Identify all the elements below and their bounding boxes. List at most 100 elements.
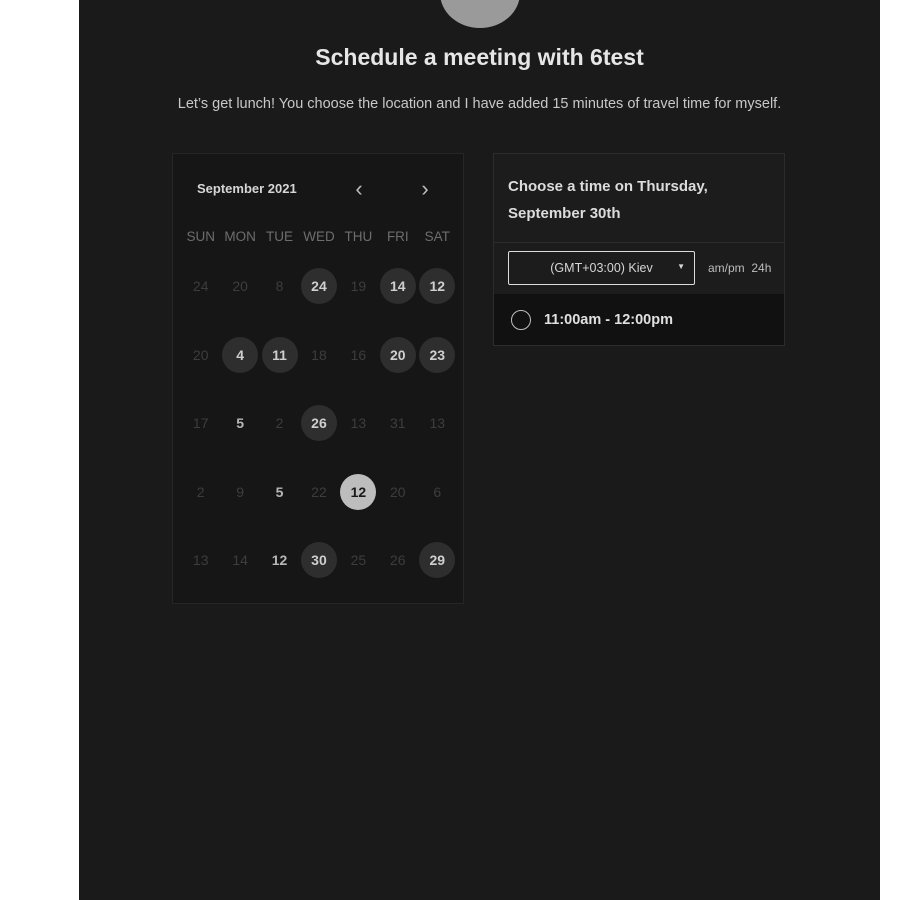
calendar-day: 5 [275,483,284,500]
calendar-day: 31 [390,415,406,431]
calendar-cell: 29 [418,542,457,611]
timezone-value: (GMT+03:00) Kiev [550,261,653,275]
time-selection-card: Choose a time on Thursday, September 30t… [493,153,785,346]
calendar-cell: 12 [339,473,378,543]
calendar-cell: 22 [299,474,338,543]
format-ampm-option[interactable]: am/pm [708,261,745,275]
calendar-day-available[interactable]: 29 [419,542,456,578]
calendar-cell: 20 [220,268,259,337]
calendar-day-available[interactable]: 26 [300,405,337,441]
caret-down-icon: ▼ [677,262,685,271]
calendar-day: 19 [350,278,367,294]
page-subtitle: Let’s get lunch! You choose the location… [177,96,782,112]
calendar-day: 22 [311,483,327,500]
calendar-day-selected[interactable]: 12 [340,473,377,510]
calendar-cell: 24 [181,268,220,337]
time-slot-label: 11:00am - 12:00pm [544,311,673,328]
calendar-cell: 18 [299,337,338,406]
calendar-cell: 13 [339,405,378,474]
weekday-header: SUN MON TUE WED THU FRI SAT [181,229,457,244]
calendar-cell: 25 [339,542,378,611]
time-format-toggle: am/pm 24h [708,261,771,275]
calendar-day-available[interactable]: 20 [379,336,416,373]
calendar-cell: 4 [220,336,259,406]
chevron-left-icon[interactable]: ‹ [346,176,372,202]
calendar-cell: 5 [220,405,259,474]
calendar-cell: 8 [260,268,299,337]
time-selection-heading: Choose a time on Thursday, September 30t… [508,178,708,222]
calendar-week-row: 20 4 11 18 16 20 23 [181,336,457,406]
calendar-cell: 6 [418,474,457,543]
calendar-cell: 23 [418,336,457,406]
calendar-cell: 26 [299,405,338,474]
calendar-month-label: September 2021 [197,181,297,196]
divider [494,242,784,243]
calendar-cell: 19 [339,268,378,337]
radio-circle-icon[interactable] [511,309,531,330]
calendar-day-available[interactable]: 23 [419,336,456,373]
calendar-day: 17 [192,415,209,431]
calendar-cell: 14 [378,268,417,337]
calendar-day: 14 [232,552,248,568]
calendar-day: 20 [232,278,248,294]
calendar-week-row: 13 14 12 30 25 26 29 [181,542,457,611]
calendar-day: 18 [311,346,327,363]
calendar-cell: 12 [260,542,299,611]
calendar-day-available[interactable]: 4 [222,336,259,373]
calendar-cell: 2 [260,405,299,474]
calendar-day: 5 [236,415,245,431]
calendar-cell: 9 [220,474,259,543]
calendar-cell: 20 [181,337,220,406]
calendar-cell: 2 [181,474,220,543]
calendar-day: 12 [271,552,288,568]
calendar-day: 24 [192,278,209,294]
calendar-cell: 5 [260,474,299,543]
calendar-cell: 13 [181,542,220,611]
weekday-label: SAT [424,229,450,244]
calendar-cell: 31 [378,405,417,474]
calendar-day: 26 [390,552,406,568]
page-title: Schedule a meeting with 6test [315,44,644,70]
time-slot[interactable]: 11:00am - 12:00pm [494,294,784,345]
calendar-day: 13 [350,415,367,431]
calendar-day: 9 [236,483,245,500]
calendar-day: 13 [429,415,446,431]
calendar-cell: 17 [181,405,220,474]
weekday-label: WED [303,229,335,244]
calendar-cell: 12 [418,268,457,337]
calendar-cell: 30 [299,542,338,611]
weekday-label: MON [224,229,256,244]
calendar-cell: 11 [260,336,299,406]
calendar-day: 6 [433,483,442,500]
weekday-label: SUN [186,229,215,244]
calendar-cell: 13 [418,405,457,474]
calendar-cell: 26 [378,542,417,611]
calendar-week-row: 24 20 8 24 19 14 12 [181,268,457,337]
calendar-day: 20 [192,346,209,363]
calendar-cell: 20 [378,474,417,543]
calendar-cell: 20 [378,336,417,406]
calendar-day: 20 [390,483,406,500]
timezone-select[interactable]: (GMT+03:00) Kiev ▼ [508,251,695,285]
calendar-week-row: 2 9 5 22 12 20 6 [181,473,457,543]
calendar-day-available[interactable]: 30 [300,542,337,578]
calendar-week-row: 17 5 2 26 13 31 13 [181,405,457,474]
calendar-day: 2 [275,415,284,431]
calendar-day-available[interactable]: 12 [419,268,456,304]
calendar-day-available[interactable]: 11 [261,336,298,373]
calendar-day: 13 [192,552,209,568]
calendar-day: 25 [350,552,367,568]
calendar-cell: 16 [339,337,378,406]
weekday-label: FRI [386,229,409,244]
calendar-day-available[interactable]: 24 [300,268,337,304]
calendar-cell: 24 [299,268,338,337]
chevron-right-icon[interactable]: › [412,176,438,202]
calendar-grid: 24 20 8 24 19 14 12 20 4 11 18 16 20 23 17 5 2 26 13 31 13 2 9… [181,268,457,611]
weekday-label: TUE [266,229,294,244]
format-24h-option[interactable]: 24h [751,261,771,275]
calendar-card: September 2021 ‹ › SUN MON TUE WED THU F… [172,153,464,604]
calendar-day: 16 [350,346,367,363]
calendar-day-available[interactable]: 14 [379,268,416,304]
calendar-day: 2 [196,483,205,500]
weekday-label: THU [344,229,373,244]
